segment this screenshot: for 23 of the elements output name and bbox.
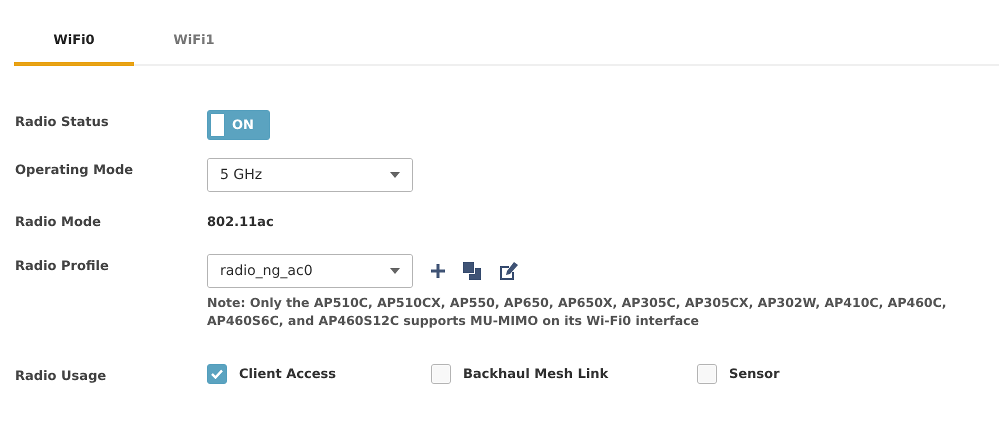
field-label: Radio Usage: [15, 368, 108, 386]
field-label: Radio Status: [15, 114, 110, 132]
field-label: Radio Profile: [15, 258, 110, 276]
note-text: Note: Only the AP510C, AP510CX, AP550, AP650, AP650X, AP305C, AP305CX, AP302W, AP410C, AP460C, AP460S6C, and AP460S12C supports MU-MIMO on its Wi-Fi0 interface: [207, 294, 948, 330]
dropdown[interactable]: radio_ng_ac0: [207, 254, 413, 288]
checkbox-label: Client Access: [239, 366, 336, 382]
caret-icon: [390, 268, 400, 274]
edit-icon[interactable]: [499, 262, 519, 280]
add-icon[interactable]: [431, 264, 445, 278]
checkbox[interactable]: [697, 364, 717, 384]
field-label: Radio Mode: [15, 214, 102, 232]
caret-icon: [390, 172, 400, 178]
checkbox-label: Sensor: [729, 366, 780, 382]
dropdown[interactable]: 5 GHz: [207, 158, 413, 192]
checkbox[interactable]: [207, 364, 227, 384]
tab[interactable]: WiFi1: [134, 18, 254, 66]
copy-icon[interactable]: [463, 262, 481, 280]
checkbox[interactable]: [431, 364, 451, 384]
field-value: 802.11ac: [207, 215, 274, 230]
field-label: Operating Mode: [15, 162, 134, 180]
checkbox-label: Backhaul Mesh Link: [463, 366, 608, 382]
checkmark-icon: [211, 369, 223, 379]
tab[interactable]: WiFi0: [14, 18, 134, 66]
